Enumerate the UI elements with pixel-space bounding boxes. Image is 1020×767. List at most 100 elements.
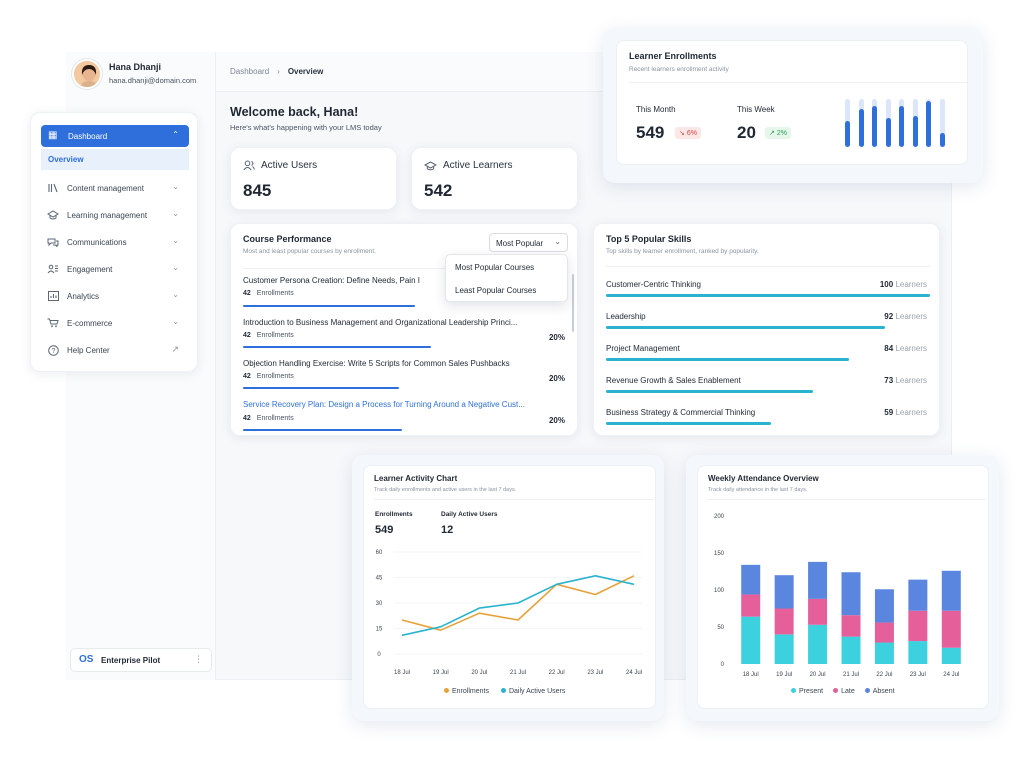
menu-item-least-popular[interactable]: Least Popular Courses xyxy=(455,286,536,295)
x-tick-label: 23 Jul xyxy=(910,672,926,678)
sidebar-item-analytics[interactable]: Analytics ⌄ xyxy=(41,285,189,307)
sidebar-item-communications[interactable]: Communications ⌄ xyxy=(41,231,189,253)
mini-bar xyxy=(912,115,918,147)
mini-bar-track xyxy=(885,99,891,147)
engagement-icon xyxy=(47,263,59,275)
legend-swatch xyxy=(500,688,506,693)
skill-bar xyxy=(606,326,885,329)
user-name: Hana Dhanji xyxy=(109,62,162,72)
menu-item-most-popular[interactable]: Most Popular Courses xyxy=(455,263,534,272)
skill-name: Project Management xyxy=(606,344,680,353)
course-item[interactable]: Introduction to Business Management and … xyxy=(243,318,567,339)
y-tick-label: 45 xyxy=(376,576,383,582)
cart-icon xyxy=(47,317,59,329)
sidebar-item-overview[interactable]: Overview xyxy=(41,149,189,170)
course-item[interactable]: Customer Persona Creation: Define Needs,… xyxy=(243,276,448,297)
course-item[interactable]: Objection Handling Exercise: Write 5 Scr… xyxy=(243,359,567,380)
course-count: 42 xyxy=(243,290,251,297)
sidebar-item-content-management[interactable]: Content management ⌄ xyxy=(41,177,189,199)
skill-count: 84 xyxy=(884,344,894,353)
page-subtitle: Here's what's happening with your LMS to… xyxy=(230,123,382,132)
skill-bar xyxy=(606,422,772,425)
course-count: 42 xyxy=(243,373,251,380)
course-percent: 20% xyxy=(548,416,565,425)
bar-segment-absent xyxy=(774,575,794,609)
skill-value: 84 Learners xyxy=(884,344,927,353)
chart-title: Weekly Attendance Overview xyxy=(708,474,819,483)
y-tick-label: 0 xyxy=(377,652,381,658)
skill-unit: Learners xyxy=(895,344,927,353)
legend-item: Daily Active Users xyxy=(500,688,565,695)
mini-bar-track xyxy=(926,99,931,147)
svg-text:?: ? xyxy=(51,348,55,355)
sidebar-item-dashboard[interactable]: ▦ Dashboard ⌃ xyxy=(41,125,189,147)
mini-bar-track xyxy=(872,99,877,147)
course-title: Introduction to Business Management and … xyxy=(243,318,518,327)
x-tick-label: 18 Jul xyxy=(394,670,410,676)
chevron-down-icon: ⌄ xyxy=(172,317,179,326)
more-vertical-icon[interactable]: ⋮ xyxy=(194,654,203,665)
bar-segment-late xyxy=(908,610,928,642)
stacked-bar-chart: 0 50 100 150 200 18 Jul 19 Jul 20 Jul 21 Jul 22 J… xyxy=(714,514,961,678)
y-tick-label: 50 xyxy=(717,625,724,631)
y-tick-label: 15 xyxy=(376,627,383,633)
breadcrumb-separator-icon: › xyxy=(277,67,280,76)
y-tick-label: 60 xyxy=(376,550,383,556)
divider xyxy=(606,266,930,267)
avatar[interactable] xyxy=(72,59,102,89)
graduation-cap-icon xyxy=(47,209,59,221)
trend-up-icon: ↗ xyxy=(769,130,775,137)
mini-bar-track xyxy=(845,99,850,147)
card-subtitle: Recent learners enrollment activity xyxy=(629,66,729,73)
mini-bar-track xyxy=(939,99,945,147)
y-tick-label: 150 xyxy=(714,551,725,557)
chevron-down-icon: ⌄ xyxy=(172,182,179,191)
sidebar-item-ecommerce[interactable]: E-commerce ⌄ xyxy=(41,312,189,334)
course-title: Customer Persona Creation: Define Needs,… xyxy=(243,276,420,285)
course-item[interactable]: Service Recovery Plan: Design a Process … xyxy=(243,400,567,422)
chevron-down-icon: ⌄ xyxy=(172,263,179,272)
sidebar-item-learning-management[interactable]: Learning management ⌄ xyxy=(41,204,189,226)
popularity-dropdown[interactable]: Most Popular ⌄ xyxy=(489,233,568,252)
kpi-value: 12 xyxy=(441,524,454,536)
sidebar-item-label: Learning management xyxy=(67,210,148,220)
mini-bar xyxy=(939,132,945,147)
skill-unit: Learners xyxy=(895,312,927,321)
breadcrumb-root[interactable]: Dashboard xyxy=(230,67,269,76)
legend-item: Absent xyxy=(864,688,895,695)
chevron-down-icon: ⌄ xyxy=(172,290,179,299)
breadcrumb: Dashboard › Overview xyxy=(230,67,323,76)
legend-item: Present xyxy=(791,688,823,695)
card-subtitle: Most and least popular courses by enroll… xyxy=(243,248,376,255)
skill-name: Revenue Growth & Sales Enablement xyxy=(606,376,741,385)
scrollbar[interactable] xyxy=(572,274,574,332)
sidebar-item-help-center[interactable]: ? Help Center ↗ xyxy=(41,339,189,361)
divider xyxy=(708,499,986,500)
skill-name: Customer-Centric Thinking xyxy=(606,280,701,289)
chart-legend: Enrollments Daily Active Users xyxy=(444,688,565,695)
chart-legend: Present Late Absent xyxy=(791,688,895,695)
course-unit: Enrollments xyxy=(256,290,294,297)
dashboard-icon: ▦ xyxy=(48,130,58,141)
course-progress-bar xyxy=(243,305,415,307)
mini-bar xyxy=(899,106,904,147)
active-users-card: Active Users 845 xyxy=(230,147,397,210)
bar-segment-present xyxy=(741,616,761,664)
bar-segment-absent xyxy=(808,561,828,599)
legend-item: Late xyxy=(833,688,855,695)
skill-value: 59 Learners xyxy=(884,408,927,417)
mini-bar-chart xyxy=(845,99,955,147)
user-email: hana.dhanji@domain.com xyxy=(109,76,197,85)
bar-segment-absent xyxy=(841,572,861,616)
course-title: Service Recovery Plan: Design a Process … xyxy=(243,400,525,409)
org-switcher[interactable]: OS Enterprise Pilot ⋮ xyxy=(70,648,212,672)
sidebar-item-label: Dashboard xyxy=(68,132,108,141)
course-progress-bar xyxy=(243,429,402,431)
chevron-up-icon: ⌃ xyxy=(172,130,179,139)
mini-bar xyxy=(845,120,850,147)
course-progress-bar xyxy=(243,387,399,389)
x-tick-label: 20 Jul xyxy=(471,670,487,676)
course-unit: Enrollments xyxy=(256,332,294,339)
bar-segment-present xyxy=(874,642,894,664)
sidebar-item-engagement[interactable]: Engagement ⌄ xyxy=(41,258,189,280)
